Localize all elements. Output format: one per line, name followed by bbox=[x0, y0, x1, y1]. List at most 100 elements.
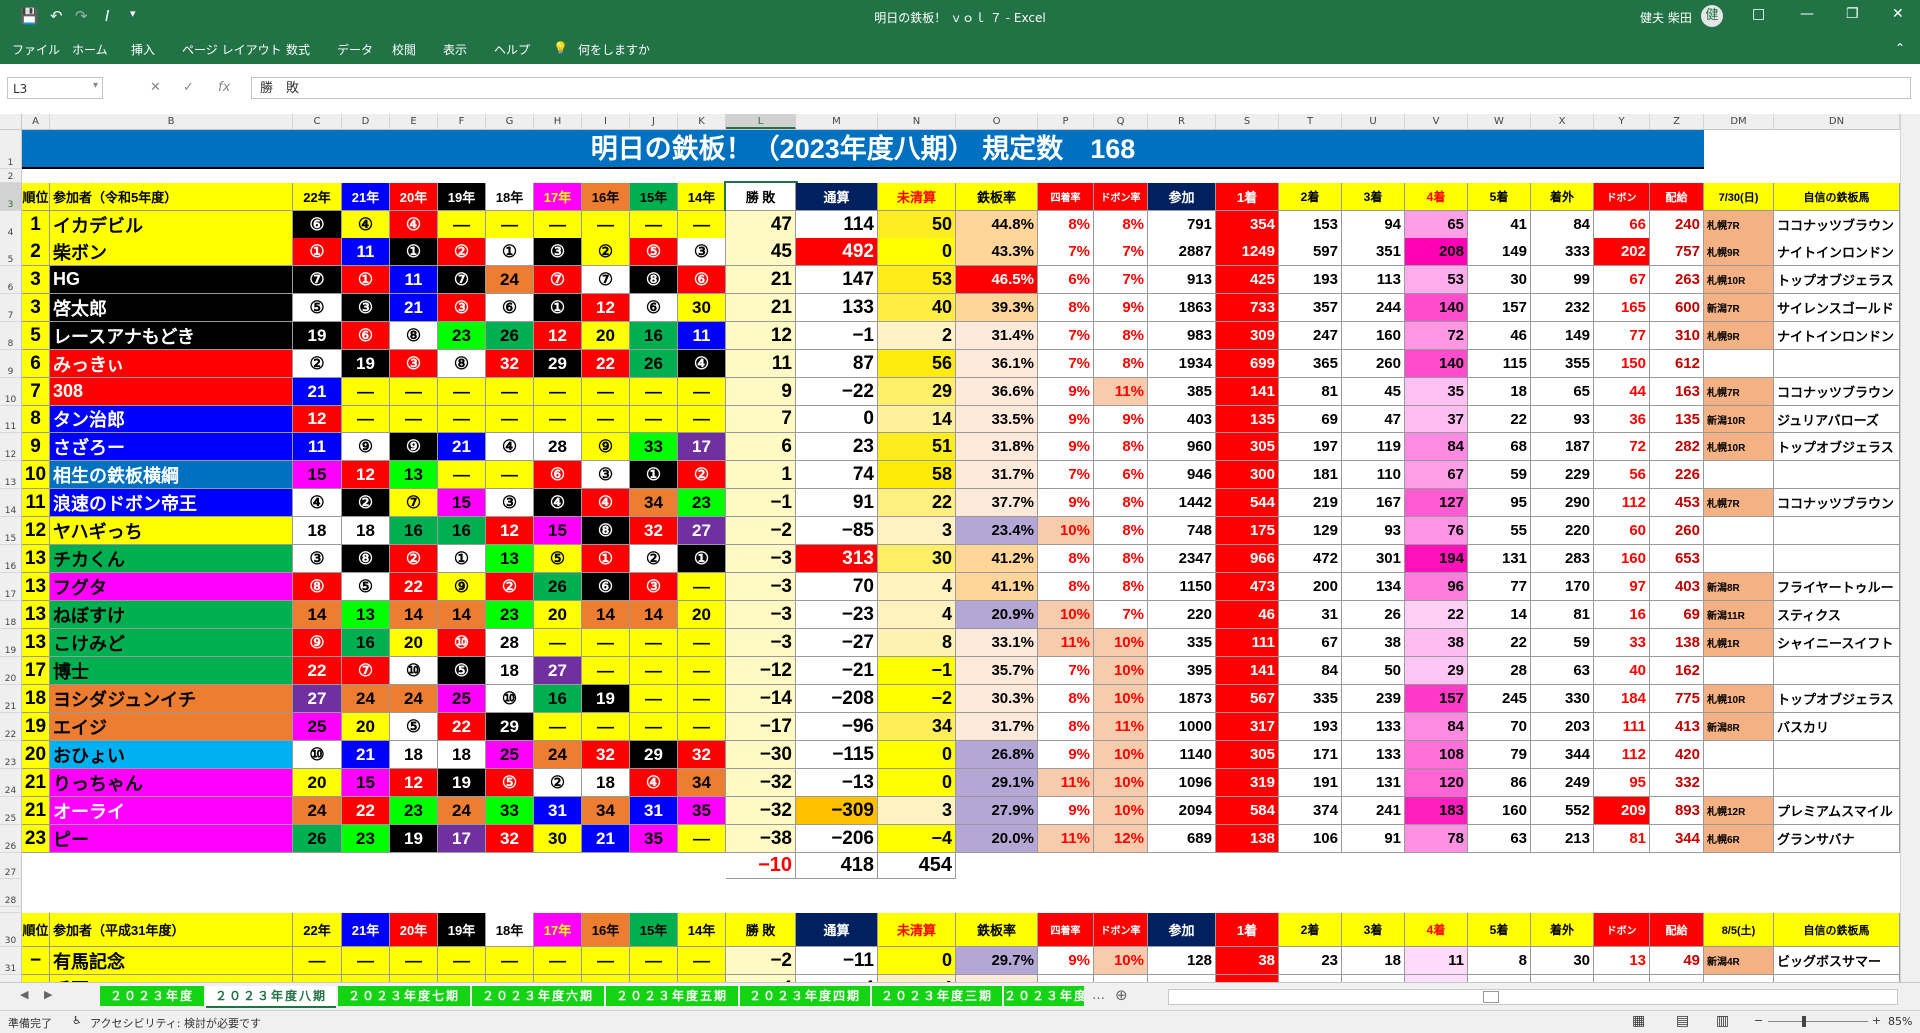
table-cell[interactable]: 28 bbox=[1468, 657, 1531, 685]
sheet-tab[interactable]: ２０２３年度五期 bbox=[606, 986, 738, 1006]
table-cell[interactable]: ココナッツブラウン bbox=[1774, 489, 1900, 517]
table-cell[interactable]: プレミアムスマイル bbox=[1774, 797, 1900, 825]
table-cell[interactable]: 110 bbox=[1342, 461, 1405, 489]
row-header[interactable]: 11 bbox=[0, 406, 22, 433]
row-header[interactable]: 6 bbox=[0, 266, 22, 294]
table-cell[interactable]: 49 bbox=[1650, 947, 1704, 975]
table-cell[interactable]: 22 bbox=[1468, 406, 1531, 433]
table-cell[interactable]: 95 bbox=[1468, 489, 1531, 517]
sheet-tab[interactable]: ２０２３年度三期 bbox=[872, 986, 1002, 1006]
header-cell[interactable]: 2着 bbox=[1279, 913, 1342, 947]
table-cell[interactable]: 29.1% bbox=[956, 769, 1038, 797]
table-cell[interactable]: 58 bbox=[878, 461, 956, 489]
table-cell[interactable]: 59 bbox=[1468, 461, 1531, 489]
table-cell[interactable]: 32 bbox=[582, 741, 630, 769]
table-cell[interactable]: 330 bbox=[1531, 685, 1594, 713]
table-cell[interactable]: 31 bbox=[534, 797, 582, 825]
table-cell[interactable] bbox=[1774, 975, 1900, 982]
table-cell[interactable]: 6 bbox=[22, 350, 50, 378]
table-cell[interactable]: 31.4% bbox=[956, 322, 1038, 350]
table-cell[interactable]: 32 bbox=[630, 517, 678, 545]
table-cell[interactable]: 7% bbox=[1038, 461, 1094, 489]
table-cell[interactable]: 357 bbox=[1279, 294, 1342, 322]
table-cell[interactable]: トップオブジェラス bbox=[1774, 433, 1900, 461]
table-cell[interactable]: — bbox=[630, 629, 678, 657]
table-cell[interactable]: ④ bbox=[534, 489, 582, 517]
table-cell[interactable]: 23 bbox=[342, 825, 390, 853]
table-cell[interactable]: 11% bbox=[1038, 825, 1094, 853]
table-cell[interactable]: 28 bbox=[534, 433, 582, 461]
table-cell[interactable]: 23.4% bbox=[956, 517, 1038, 545]
table-cell[interactable]: 38 bbox=[1216, 947, 1279, 975]
table-cell[interactable]: 12 bbox=[390, 769, 438, 797]
table-cell[interactable]: 1096 bbox=[1148, 769, 1216, 797]
header-cell[interactable]: 17年 bbox=[534, 913, 582, 947]
table-cell[interactable]: 1000 bbox=[1148, 713, 1216, 741]
column-header[interactable]: M bbox=[796, 114, 878, 129]
table-cell[interactable]: 22 bbox=[582, 350, 630, 378]
table-cell[interactable]: 札幌6R bbox=[1704, 825, 1774, 853]
table-cell[interactable]: 30 bbox=[534, 825, 582, 853]
table-cell[interactable]: 7% bbox=[1038, 657, 1094, 685]
header-cell[interactable]: 19年 bbox=[438, 183, 486, 211]
table-cell[interactable]: 0 bbox=[878, 741, 956, 769]
header-cell[interactable]: 14年 bbox=[678, 913, 726, 947]
table-cell[interactable]: 208 bbox=[1405, 238, 1468, 266]
table-cell[interactable]: 74 bbox=[796, 461, 878, 489]
table-cell[interactable]: — bbox=[678, 378, 726, 406]
table-cell[interactable]: 7 bbox=[22, 378, 50, 406]
table-cell[interactable]: 7% bbox=[1038, 322, 1094, 350]
table-cell[interactable]: 39.3% bbox=[956, 294, 1038, 322]
table-cell[interactable]: 344 bbox=[1531, 741, 1594, 769]
table-cell[interactable]: ⑧ bbox=[582, 517, 630, 545]
table-cell[interactable]: 167 bbox=[1342, 489, 1405, 517]
table-cell[interactable]: 8% bbox=[1094, 322, 1148, 350]
table-cell[interactable]: 17 bbox=[678, 433, 726, 461]
table-cell[interactable]: 18 bbox=[438, 741, 486, 769]
table-cell[interactable]: 200 bbox=[1279, 573, 1342, 601]
sheet-tab[interactable]: ２０２３年度六期 bbox=[472, 986, 604, 1006]
table-cell[interactable]: 893 bbox=[1650, 797, 1704, 825]
table-cell[interactable] bbox=[1774, 769, 1900, 797]
row-header[interactable]: 19 bbox=[0, 629, 22, 657]
sheet-tab[interactable]: ２０２３年度七期 bbox=[338, 986, 470, 1006]
header-cell[interactable]: 3着 bbox=[1342, 913, 1405, 947]
table-cell[interactable]: 131 bbox=[1468, 545, 1531, 573]
avatar[interactable]: 健 bbox=[1701, 5, 1723, 27]
table-cell[interactable]: 札幌9R bbox=[1704, 322, 1774, 350]
table-cell[interactable]: ② bbox=[630, 545, 678, 573]
table-cell[interactable]: — bbox=[678, 947, 726, 975]
row-header[interactable]: 2 bbox=[0, 169, 22, 183]
table-cell[interactable] bbox=[1704, 975, 1774, 982]
table-cell[interactable]: 69 bbox=[1650, 601, 1704, 629]
table-cell[interactable]: ② bbox=[582, 238, 630, 266]
table-cell[interactable]: ① bbox=[342, 266, 390, 294]
table-cell[interactable]: 86 bbox=[1468, 769, 1531, 797]
header-cell[interactable]: 着外 bbox=[1531, 183, 1594, 211]
table-cell[interactable]: −2 bbox=[878, 685, 956, 713]
table-cell[interactable]: ④ bbox=[342, 211, 390, 239]
table-cell[interactable]: 567 bbox=[1216, 685, 1279, 713]
column-header[interactable]: W bbox=[1468, 114, 1531, 129]
table-cell[interactable]: 10% bbox=[1094, 769, 1148, 797]
table-cell[interactable]: 112 bbox=[1594, 489, 1650, 517]
table-cell[interactable]: レースアナもどき bbox=[50, 322, 293, 350]
close-icon[interactable]: ✕ bbox=[1892, 6, 1904, 22]
table-cell[interactable]: 141 bbox=[1216, 657, 1279, 685]
table-cell[interactable]: ③ bbox=[534, 238, 582, 266]
table-cell[interactable]: 584 bbox=[1216, 797, 1279, 825]
table-cell[interactable]: 395 bbox=[1148, 657, 1216, 685]
table-cell[interactable]: 新潟10R bbox=[1704, 406, 1774, 433]
header-cell[interactable]: 通算 bbox=[796, 183, 878, 211]
table-cell[interactable]: 9% bbox=[1038, 489, 1094, 517]
vertical-scrollbar[interactable] bbox=[1900, 114, 1920, 982]
table-cell[interactable]: 8% bbox=[1094, 489, 1148, 517]
header-cell[interactable]: 参加者（令和5年度） bbox=[50, 183, 293, 211]
header-cell[interactable]: 5着 bbox=[1468, 913, 1531, 947]
table-cell[interactable]: 19 bbox=[582, 685, 630, 713]
table-cell[interactable]: 129 bbox=[1279, 517, 1342, 545]
table-cell[interactable]: — bbox=[438, 975, 486, 982]
table-cell[interactable]: 44.8% bbox=[956, 211, 1038, 239]
table-cell[interactable]: 24 bbox=[534, 741, 582, 769]
table-cell[interactable]: 8% bbox=[1038, 294, 1094, 322]
